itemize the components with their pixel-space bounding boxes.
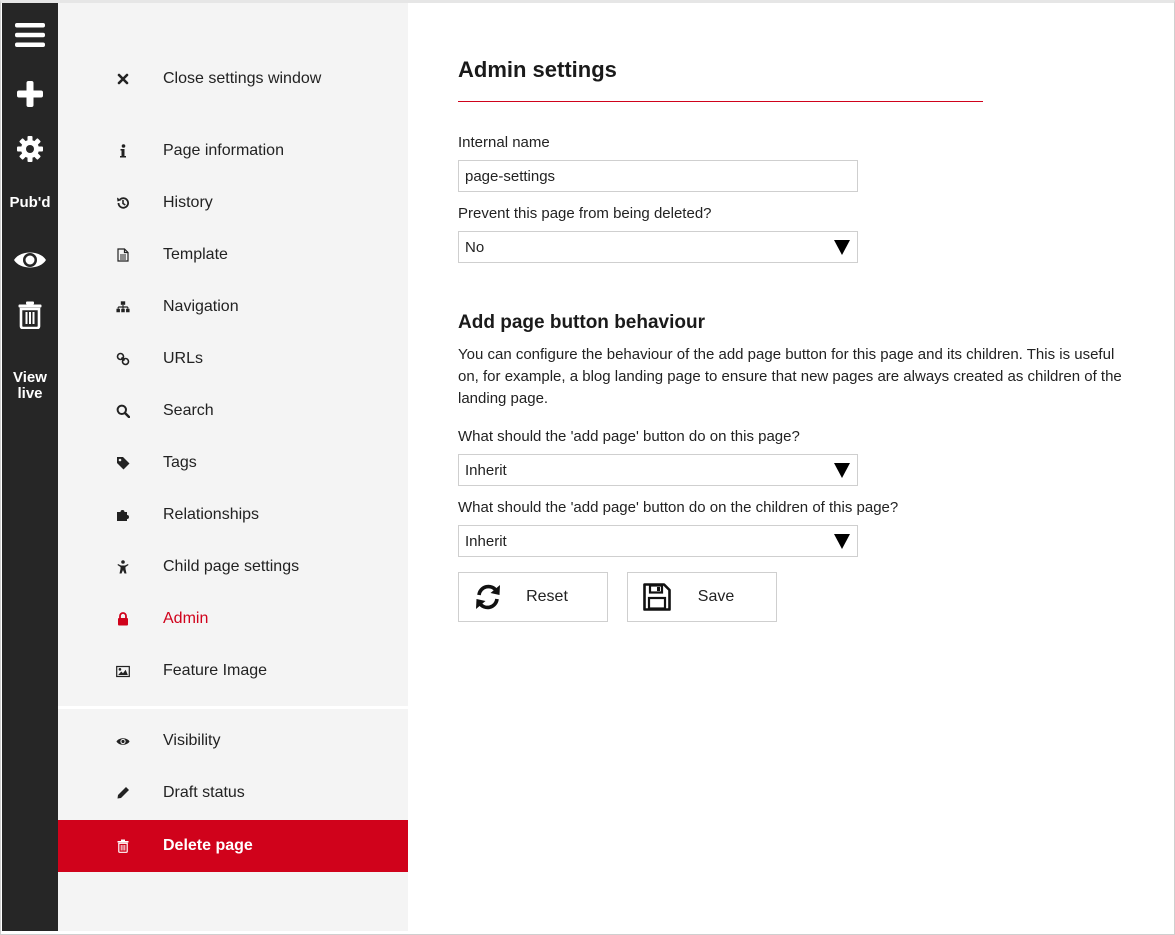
- nav-item-delete-page[interactable]: Delete page: [58, 820, 408, 872]
- history-icon: [116, 196, 130, 210]
- add-page-button[interactable]: [2, 79, 58, 109]
- nav-item-feature-image[interactable]: Feature Image: [58, 645, 408, 697]
- nav-item-template[interactable]: Template: [58, 229, 408, 281]
- nav-item-draft-status[interactable]: Draft status: [58, 767, 408, 819]
- this-page-label: What should the 'add page' button do on …: [458, 428, 800, 445]
- tag-icon: [116, 456, 130, 470]
- nav-item-label: Delete page: [163, 837, 253, 854]
- published-status-button[interactable]: Pub'd: [2, 193, 58, 213]
- nav-item-search[interactable]: Search: [58, 385, 408, 437]
- add-page-description: You can configure the behaviour of the a…: [458, 346, 1122, 407]
- save-label: Save: [697, 588, 735, 605]
- sitemap-icon: [116, 300, 130, 314]
- nav-item-history[interactable]: History: [58, 177, 408, 229]
- children-label: What should the 'add page' button do on …: [458, 499, 899, 516]
- nav-divider: [58, 706, 408, 709]
- prevent-delete-value: No: [465, 238, 485, 256]
- prevent-delete-label: Prevent this page from being deleted?: [458, 205, 712, 222]
- nav-item-label: Navigation: [163, 298, 239, 315]
- child-icon: [116, 560, 130, 574]
- children-behaviour-select[interactable]: Inherit: [458, 525, 858, 557]
- nav-item-label: Search: [163, 402, 214, 419]
- nav-item-tags[interactable]: Tags: [58, 437, 408, 489]
- save-button[interactable]: Save: [627, 572, 777, 622]
- nav-item-label: Relationships: [163, 506, 260, 523]
- trash-icon: [116, 839, 130, 853]
- nav-item-admin[interactable]: Admin: [58, 593, 408, 645]
- page-title: Admin settings: [458, 57, 617, 82]
- view-live-label-line1: View: [13, 369, 47, 386]
- image-icon: [116, 664, 130, 678]
- left-toolbar: Pub'd View live: [2, 3, 58, 931]
- info-icon: [116, 144, 130, 158]
- delete-button[interactable]: [2, 299, 58, 331]
- nav-item-page-information[interactable]: Page information: [58, 125, 408, 177]
- document-icon: [116, 248, 130, 262]
- internal-name-label: Internal name: [458, 134, 550, 151]
- puzzle-icon: [116, 508, 130, 522]
- nav-item-visibility[interactable]: Visibility: [58, 715, 408, 767]
- reset-label: Reset: [526, 588, 568, 605]
- children-behaviour-value: Inherit: [465, 532, 507, 550]
- eye-icon: [13, 248, 47, 272]
- settings-button[interactable]: [2, 134, 58, 164]
- nav-item-label: Draft status: [163, 784, 245, 801]
- prevent-delete-select[interactable]: No: [458, 231, 858, 263]
- title-underline: [458, 101, 983, 102]
- nav-item-label: Template: [163, 246, 228, 263]
- menu-button[interactable]: [2, 19, 58, 51]
- eye-icon: [116, 734, 130, 748]
- close-icon: [116, 72, 130, 86]
- caret-down-icon: [834, 534, 850, 549]
- search-icon: [116, 404, 130, 418]
- this-page-behaviour-value: Inherit: [465, 461, 507, 479]
- caret-down-icon: [834, 463, 850, 478]
- internal-name-input[interactable]: [458, 160, 858, 192]
- nav-item-navigation[interactable]: Navigation: [58, 281, 408, 333]
- nav-item-urls[interactable]: URLs: [58, 333, 408, 385]
- nav-item-label: History: [163, 194, 213, 211]
- this-page-behaviour-select[interactable]: Inherit: [458, 454, 858, 486]
- nav-item-label: Visibility: [163, 732, 221, 749]
- hamburger-icon: [15, 22, 45, 48]
- trash-icon: [18, 301, 42, 329]
- caret-down-icon: [834, 240, 850, 255]
- floppy-disk-icon: [642, 582, 672, 612]
- nav-item-close-settings[interactable]: Close settings window: [58, 53, 408, 105]
- reset-button[interactable]: Reset: [458, 572, 608, 622]
- plus-icon: [16, 80, 44, 108]
- view-live-button[interactable]: View live: [2, 368, 58, 404]
- add-page-heading: Add page button behaviour: [458, 312, 705, 333]
- nav-item-label: URLs: [163, 350, 204, 367]
- nav-item-label: Admin: [163, 610, 209, 627]
- lock-icon: [116, 612, 130, 626]
- nav-item-child-page-settings[interactable]: Child page settings: [58, 541, 408, 593]
- nav-item-label: Feature Image: [163, 662, 268, 679]
- published-label: Pub'd: [9, 194, 51, 211]
- link-icon: [116, 352, 130, 366]
- nav-item-label: Close settings window: [163, 70, 322, 87]
- settings-nav: Close settings window Page information H…: [58, 3, 408, 931]
- view-live-label-line2: live: [17, 385, 43, 402]
- nav-item-relationships[interactable]: Relationships: [58, 489, 408, 541]
- nav-item-label: Tags: [163, 454, 197, 471]
- pencil-icon: [116, 786, 130, 800]
- nav-item-label: Child page settings: [163, 558, 300, 575]
- nav-item-label: Page information: [163, 142, 284, 159]
- gear-icon: [16, 135, 44, 163]
- preview-button[interactable]: [2, 245, 58, 275]
- refresh-icon: [473, 582, 503, 612]
